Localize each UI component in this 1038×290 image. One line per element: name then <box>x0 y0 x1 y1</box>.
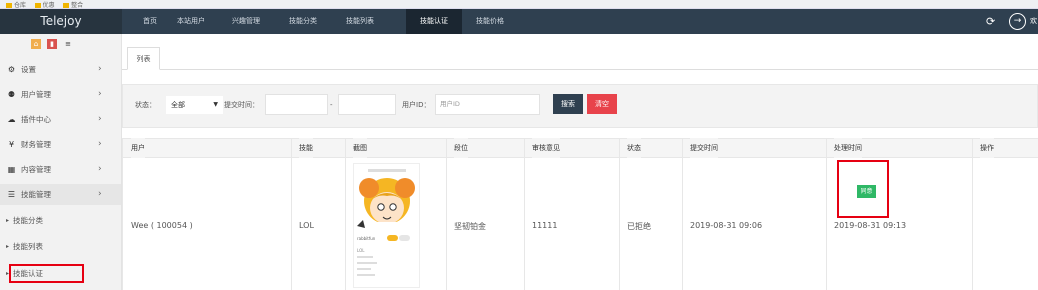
sidebar-item-plugins[interactable]: ☁ 插件中心 › <box>0 109 121 130</box>
list-icon[interactable]: ≡ <box>63 39 73 49</box>
sidebar-item-content[interactable]: ▦ 内容管理 › <box>0 159 121 180</box>
sidebar-item-finance[interactable]: ¥ 财务管理 › <box>0 134 121 155</box>
gear-icon: ⚙ <box>7 65 16 74</box>
users-icon: ⚉ <box>7 90 16 99</box>
cell-rank: 坚韧铂金 <box>454 222 486 231</box>
sidebar-item-skill-manage[interactable]: ☰ 技能管理 › <box>0 184 121 205</box>
thumb-toggle <box>399 235 410 241</box>
chevron-right-icon: › <box>98 139 102 149</box>
cartoon-avatar-image <box>357 178 415 232</box>
bookmarks-bar: 仓库 优惠 整合 <box>0 0 1038 9</box>
nav-site-users[interactable]: 本站用户 <box>177 9 205 34</box>
col-divider <box>972 138 973 290</box>
welcome-text: 欢 <box>1030 17 1037 25</box>
thumb-header <box>368 169 406 172</box>
col-handle-time: 处理时间 <box>834 138 862 158</box>
cloud-icon: ☁ <box>7 115 16 124</box>
table-header <box>123 138 1038 158</box>
start-date-input[interactable] <box>265 94 328 115</box>
search-panel: 状态： 全部 ▼ 提交时间： - 用户ID： 用户ID 搜索 清空 <box>122 84 1038 128</box>
sidebar: ⌂ ▮ ≡ ⚙ 设置 › ⚉ 用户管理 › ☁ 插件中心 › ¥ 财务管理 › … <box>0 34 122 290</box>
cell-submit-time: 2019-08-31 09:06 <box>690 221 763 230</box>
menu-icon: ☰ <box>7 190 16 199</box>
agree-button[interactable]: 同意 <box>857 185 876 198</box>
tab-list[interactable]: 列表 <box>127 47 160 70</box>
thumb-label: LOL <box>357 248 365 253</box>
search-button[interactable]: 搜索 <box>553 94 583 114</box>
cell-status: 已拒绝 <box>627 222 651 231</box>
col-divider <box>619 138 620 290</box>
screenshot-thumbnail[interactable]: rabbitfun LOL <box>353 163 420 288</box>
sidebar-item-user-manage[interactable]: ⚉ 用户管理 › <box>0 84 121 105</box>
nav-skill-certification[interactable]: 技能认证 <box>406 9 462 34</box>
end-date-input[interactable] <box>338 94 396 115</box>
col-opinion: 审核意见 <box>532 138 560 158</box>
brand-logo[interactable]: Telejoy <box>0 9 122 34</box>
chevron-right-icon: › <box>98 64 102 74</box>
tab-divider <box>122 69 1038 70</box>
logout-icon[interactable]: → <box>1009 13 1026 30</box>
grid-icon: ▦ <box>7 165 16 174</box>
col-divider <box>446 138 447 290</box>
col-divider <box>682 138 683 290</box>
user-id-input[interactable]: 用户ID <box>435 94 540 115</box>
col-action: 操作 <box>980 138 994 158</box>
trash-icon[interactable]: ▮ <box>47 39 57 49</box>
refresh-icon[interactable]: ⟳ <box>986 9 995 34</box>
chevron-right-icon: › <box>98 114 102 124</box>
nav-interest-manage[interactable]: 兴趣管理 <box>232 9 260 34</box>
clear-button[interactable]: 清空 <box>587 94 617 114</box>
col-user: 用户 <box>131 138 145 158</box>
cell-handle-time: 2019-08-31 09:13 <box>834 221 907 230</box>
col-rank: 段位 <box>454 138 468 158</box>
caret-right-icon: ▸ <box>6 243 10 250</box>
col-submit-time: 提交时间 <box>690 138 718 158</box>
yen-icon: ¥ <box>8 140 15 149</box>
col-divider <box>524 138 525 290</box>
thumb-line <box>357 256 373 258</box>
status-select[interactable]: 全部 ▼ <box>166 96 223 114</box>
submit-time-label: 提交时间： <box>224 101 259 109</box>
highlight-box-sidebar <box>9 264 84 283</box>
thumb-line <box>357 274 375 276</box>
thumb-toggle <box>387 235 398 241</box>
home-icon[interactable]: ⌂ <box>31 39 41 49</box>
cell-user: Wee ( 100054 ) <box>131 221 193 230</box>
user-id-label: 用户ID： <box>402 101 431 109</box>
col-skill: 技能 <box>299 138 313 158</box>
main-content: 列表 状态： 全部 ▼ 提交时间： - 用户ID： 用户ID 搜索 清空 用户 … <box>122 34 1038 290</box>
nav-skill-list[interactable]: 技能列表 <box>346 9 374 34</box>
cell-opinion: 11111 <box>532 221 558 230</box>
nav-home[interactable]: 首页 <box>143 9 157 34</box>
col-divider <box>291 138 292 290</box>
col-divider <box>345 138 346 290</box>
caret-right-icon: ▸ <box>6 217 10 224</box>
caret-down-icon: ▼ <box>213 101 218 108</box>
folder-icon <box>34 3 41 8</box>
range-separator: - <box>330 101 333 109</box>
sidebar-subitem-skill-category[interactable]: ▸ 技能分类 <box>0 210 121 231</box>
cert-table: 用户 技能 截图 段位 审核意见 状态 提交时间 处理时间 操作 Wee ( 1… <box>122 138 1038 290</box>
folder-icon <box>6 3 12 8</box>
thumb-line <box>357 262 377 264</box>
col-divider <box>826 138 827 290</box>
status-label: 状态： <box>135 101 156 109</box>
cell-skill: LOL <box>299 221 314 230</box>
chevron-right-icon: › <box>98 89 102 99</box>
col-screenshot: 截图 <box>353 138 367 158</box>
nav-skill-price[interactable]: 技能价格 <box>476 9 504 34</box>
folder-icon <box>63 3 70 8</box>
nav-skill-category[interactable]: 技能分类 <box>289 9 317 34</box>
sidebar-item-settings[interactable]: ⚙ 设置 › <box>0 59 121 80</box>
thumb-line <box>357 268 371 270</box>
sidebar-subitem-skill-list[interactable]: ▸ 技能列表 <box>0 236 121 257</box>
col-status: 状态 <box>627 138 641 158</box>
top-navbar: Telejoy 首页 本站用户 兴趣管理 技能分类 技能列表 技能认证 技能价格… <box>0 9 1038 34</box>
chevron-right-icon: › <box>98 189 102 199</box>
thumb-name: rabbitfun <box>357 236 376 241</box>
chevron-right-icon: › <box>98 164 102 174</box>
